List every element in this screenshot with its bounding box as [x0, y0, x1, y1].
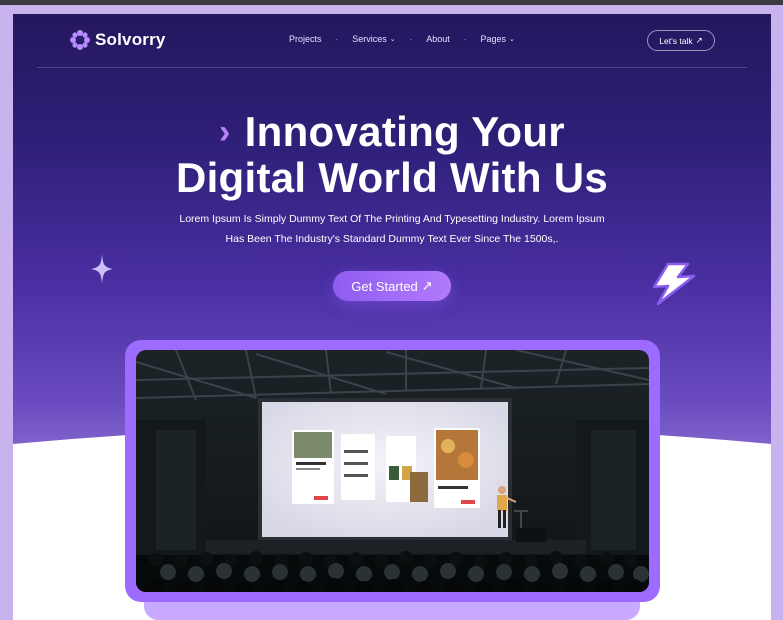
- menu-separator: ·: [409, 34, 413, 44]
- sparkle-icon: [91, 254, 113, 284]
- menu-item-projects[interactable]: Projects: [289, 34, 322, 44]
- lightning-bolt-icon: [652, 262, 696, 306]
- menu-item-label: About: [426, 34, 450, 44]
- brand-name: Solvorry: [95, 30, 166, 49]
- hero-title-line1: Innovating Your: [244, 108, 565, 155]
- top-navigation: Solvorry Projects · Services ⌄ · About ·…: [13, 14, 771, 68]
- chevron-right-icon: ›: [219, 113, 231, 151]
- hero-subtitle-line2: Has Been The Industry's Standard Dummy T…: [225, 233, 559, 245]
- arrow-up-right-icon: ↗: [421, 278, 433, 293]
- hero-subtitle: Lorem Ipsum Is Simply Dummy Text Of The …: [13, 209, 771, 249]
- nav-divider: [37, 67, 747, 68]
- menu-item-pages[interactable]: Pages ⌄: [480, 34, 514, 44]
- get-started-button[interactable]: Get Started ↗: [333, 271, 451, 301]
- brand-logo[interactable]: Solvorry: [69, 29, 166, 51]
- menu-item-about[interactable]: About: [426, 34, 450, 44]
- main-menu: Projects · Services ⌄ · About · Pages ⌄: [289, 34, 515, 44]
- get-started-label: Get Started: [351, 278, 418, 294]
- chevron-down-icon: ⌄: [508, 36, 515, 43]
- chevron-down-icon: ⌄: [389, 36, 396, 43]
- menu-item-label: Projects: [289, 34, 322, 44]
- menu-item-services[interactable]: Services ⌄: [352, 34, 395, 44]
- lets-talk-label: Let's talk: [659, 35, 693, 46]
- conference-stage-photo: [136, 350, 649, 592]
- logo-flower-icon: [70, 30, 90, 50]
- arrow-up-right-icon: ↗: [695, 35, 703, 45]
- landing-page: Solvorry Projects · Services ⌄ · About ·…: [13, 14, 771, 620]
- menu-item-label: Pages: [480, 34, 506, 44]
- menu-separator: ·: [463, 34, 467, 44]
- lets-talk-button[interactable]: Let's talk ↗: [647, 30, 715, 51]
- menu-item-label: Services: [352, 34, 387, 44]
- hero-title-line2: Digital World With Us: [175, 154, 609, 201]
- hero-subtitle-line1: Lorem Ipsum Is Simply Dummy Text Of The …: [179, 213, 605, 225]
- hero-title: › Innovating Your Digital World With Us: [13, 106, 771, 201]
- menu-separator: ·: [335, 34, 339, 44]
